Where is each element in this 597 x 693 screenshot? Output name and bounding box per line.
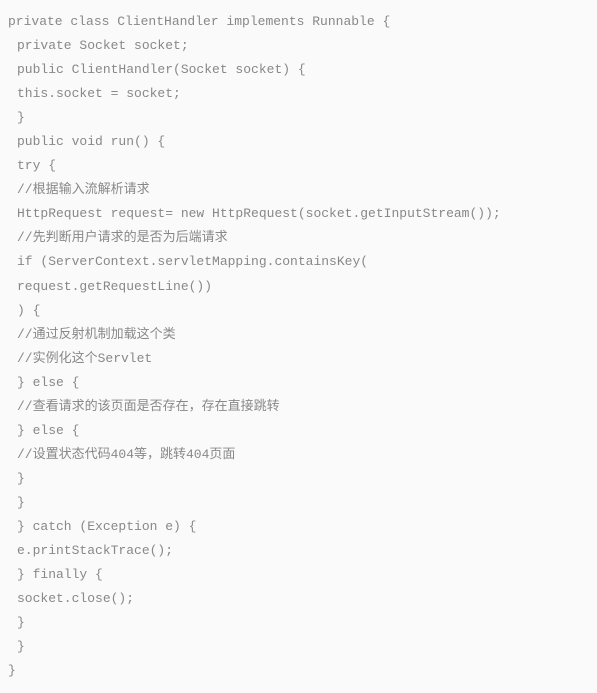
- code-line: }: [8, 106, 589, 130]
- code-line: private Socket socket;: [8, 34, 589, 58]
- code-line: //先判断用户请求的是否为后端请求: [8, 226, 589, 250]
- code-line: try {: [8, 154, 589, 178]
- code-line: }: [8, 635, 589, 659]
- code-line: public ClientHandler(Socket socket) {: [8, 58, 589, 82]
- code-line: //通过反射机制加载这个类: [8, 323, 589, 347]
- code-line: } catch (Exception e) {: [8, 515, 589, 539]
- code-line: this.socket = socket;: [8, 82, 589, 106]
- code-line: }: [8, 467, 589, 491]
- code-line: ) {: [8, 299, 589, 323]
- code-line: private class ClientHandler implements R…: [8, 10, 589, 34]
- code-line: }: [8, 491, 589, 515]
- code-line: //设置状态代码404等，跳转404页面: [8, 443, 589, 467]
- code-line: socket.close();: [8, 587, 589, 611]
- code-line: //查看请求的该页面是否存在，存在直接跳转: [8, 395, 589, 419]
- code-line: } finally {: [8, 563, 589, 587]
- code-line: if (ServerContext.servletMapping.contain…: [8, 250, 589, 274]
- code-block: private class ClientHandler implements R…: [8, 10, 589, 683]
- code-line: } else {: [8, 371, 589, 395]
- code-line: HttpRequest request= new HttpRequest(soc…: [8, 202, 589, 226]
- code-line: //实例化这个Servlet: [8, 347, 589, 371]
- code-line: }: [8, 611, 589, 635]
- code-line: e.printStackTrace();: [8, 539, 589, 563]
- code-line: //根据输入流解析请求: [8, 178, 589, 202]
- code-line: } else {: [8, 419, 589, 443]
- code-line: public void run() {: [8, 130, 589, 154]
- code-line: request.getRequestLine()): [8, 275, 589, 299]
